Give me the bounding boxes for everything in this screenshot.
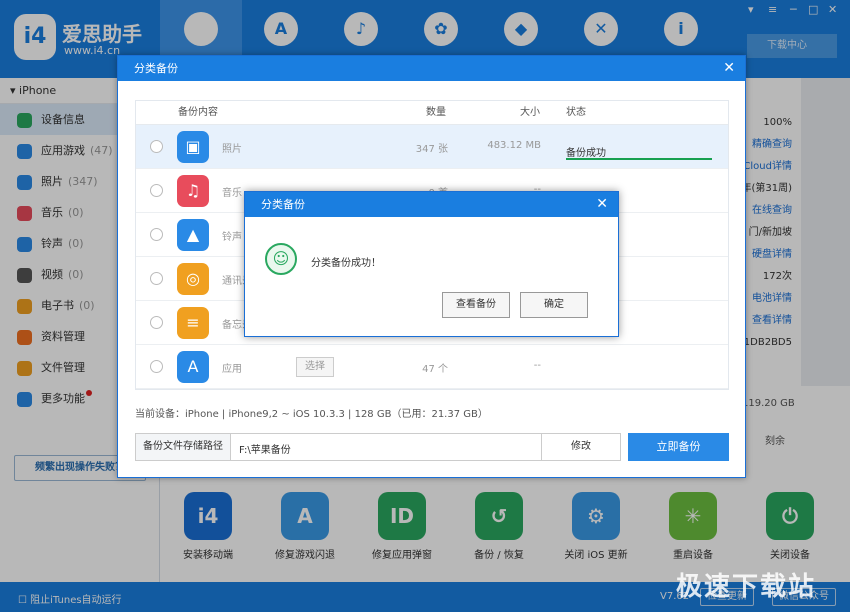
path-value[interactable]: F:\苹果备份 — [239, 441, 291, 456]
backup-now-button[interactable]: 立即备份 — [628, 433, 729, 461]
row-qty: 47 个 — [422, 364, 448, 375]
row-radio[interactable] — [150, 228, 163, 241]
row-radio[interactable] — [150, 272, 163, 285]
row-size: 483.12 MB — [487, 140, 541, 151]
row-radio[interactable] — [150, 140, 163, 153]
device-info: 当前设备：iPhone | iPhone9,2 ~ iOS 10.3.3 | 1… — [135, 409, 488, 420]
view-backup-button[interactable]: 查看备份 — [442, 292, 510, 318]
row-name: 照片 — [222, 144, 242, 155]
success-dialog: 分类备份 ✕ ☺ 分类备份成功！ 查看备份 确定 — [244, 191, 619, 337]
col-size: 大小 — [520, 107, 540, 118]
backup-dialog-title: 分类备份 ✕ — [118, 56, 745, 81]
col-content: 备份内容 — [178, 107, 218, 118]
success-dialog-title-text: 分类备份 — [261, 198, 305, 211]
smile-icon: ☺ — [265, 243, 297, 275]
modify-path-button[interactable]: 修改 — [541, 433, 621, 461]
category-icon: A — [177, 351, 209, 383]
select-button[interactable]: 选择 — [296, 357, 334, 377]
row-radio[interactable] — [150, 184, 163, 197]
category-icon: ▣ — [177, 131, 209, 163]
path-field[interactable]: 备份文件存储路径 F:\苹果备份 — [135, 433, 542, 461]
app-window: i4 爱思助手 www.i4.cn A ♪ ✿ ◆ ✕ i ▾ ≡ ─ □ ✕ … — [0, 0, 850, 612]
row-size: -- — [533, 360, 541, 371]
close-icon[interactable]: ✕ — [596, 192, 608, 217]
success-dialog-title: 分类备份 ✕ — [245, 192, 618, 217]
backup-dialog-title-text: 分类备份 — [134, 62, 178, 75]
row-radio[interactable] — [150, 316, 163, 329]
table-row[interactable]: ▣ 照片 347 张 483.12 MB 备份成功 — [136, 125, 728, 169]
ok-button[interactable]: 确定 — [520, 292, 588, 318]
close-icon[interactable]: ✕ — [723, 56, 735, 81]
path-label: 备份文件存储路径 — [136, 434, 231, 460]
category-icon: ♫ — [177, 175, 209, 207]
table-row[interactable]: A 应用 47 个 -- 选择 — [136, 345, 728, 389]
col-status: 状态 — [566, 107, 586, 118]
col-qty: 数量 — [426, 107, 446, 118]
row-qty: 347 张 — [415, 144, 448, 155]
row-radio[interactable] — [150, 360, 163, 373]
row-name: 音乐 — [222, 188, 242, 199]
row-name: 应用 — [222, 364, 242, 375]
watermark: 极速下载站 — [676, 572, 817, 602]
row-name: 铃声 — [222, 232, 242, 243]
progress-bar — [566, 158, 712, 160]
table-header: 备份内容 数量 大小 状态 — [136, 101, 728, 125]
success-message: 分类备份成功！ — [311, 258, 381, 269]
row-status: 备份成功 — [566, 148, 606, 159]
category-icon: ◎ — [177, 263, 209, 295]
category-icon: ▲ — [177, 219, 209, 251]
category-icon: ≡ — [177, 307, 209, 339]
